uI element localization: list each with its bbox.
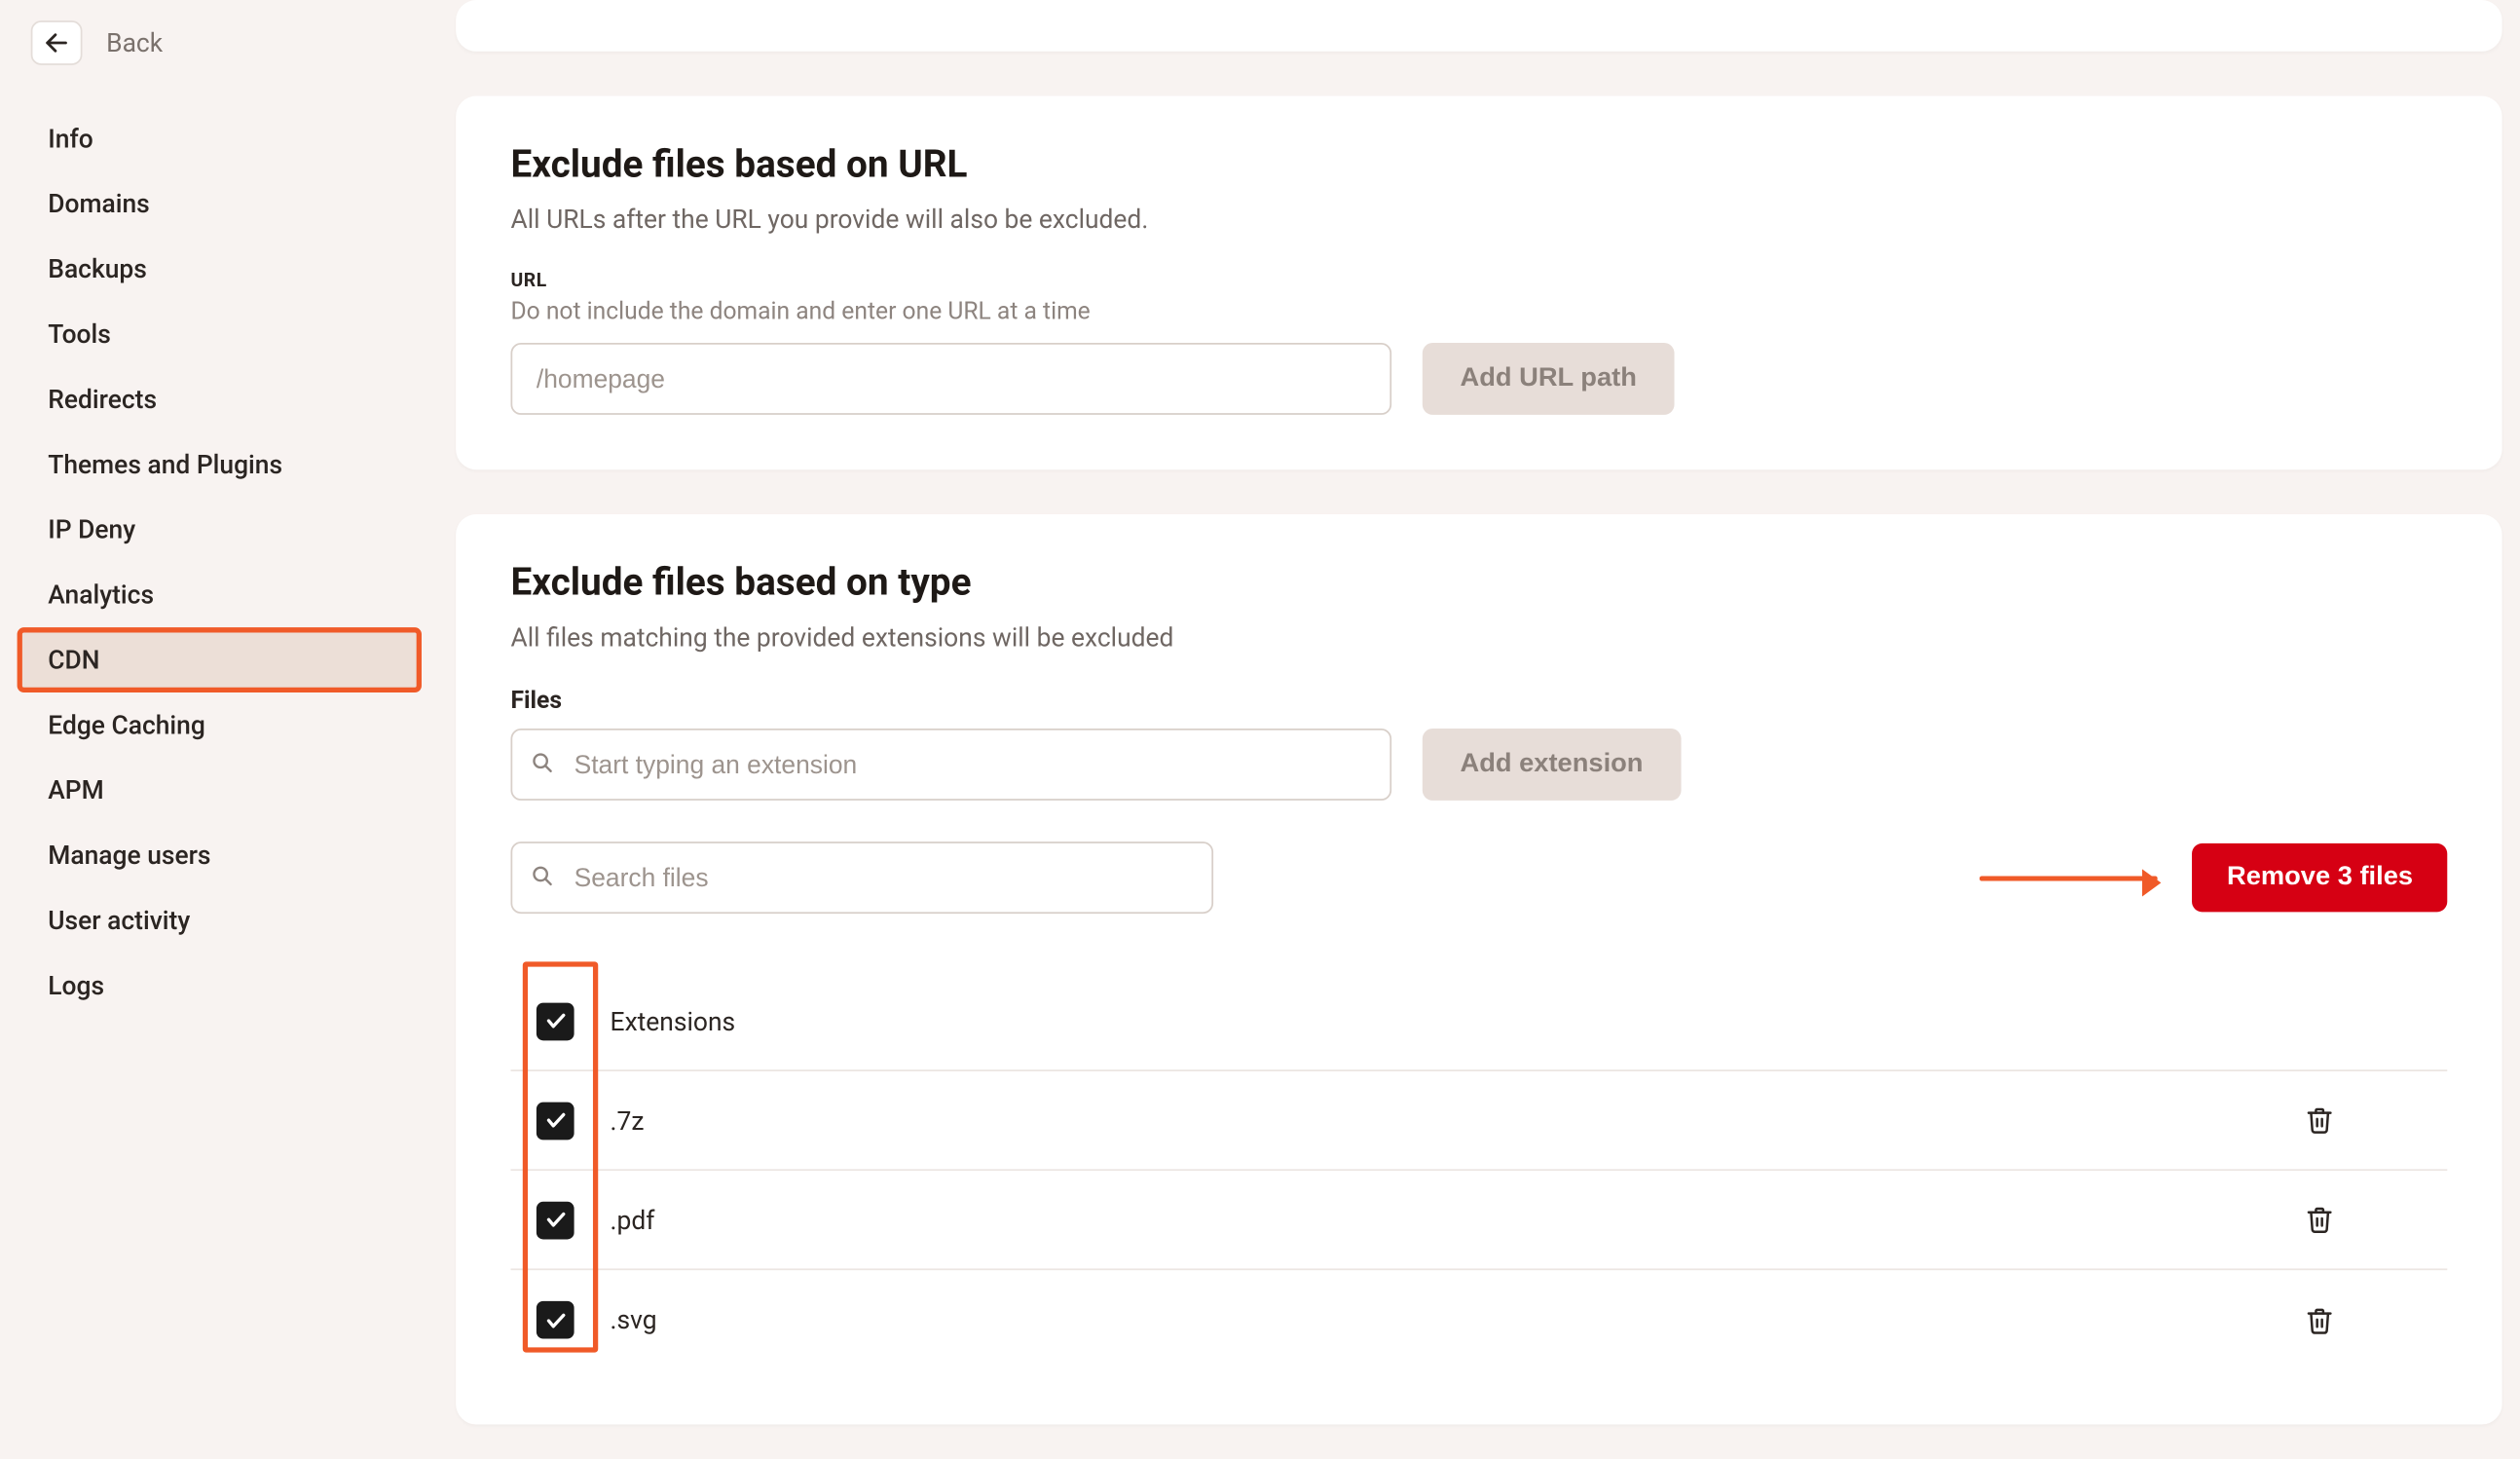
search-icon (532, 861, 554, 893)
arrow-icon (1981, 875, 2159, 879)
main-content: Exclude files based on URL All URLs afte… (439, 0, 2520, 1459)
delete-row-button[interactable] (2293, 1205, 2345, 1234)
sidebar-item-domains[interactable]: Domains (18, 171, 422, 237)
sidebar-item-info[interactable]: Info (18, 106, 422, 171)
annotation-arrow: Remove 3 files (1981, 843, 2448, 912)
url-field-label: URL (510, 269, 2447, 291)
trash-icon (2304, 1105, 2333, 1135)
back-row: Back (18, 18, 422, 107)
table-row: .pdf (510, 1171, 2447, 1270)
sidebar-item-analytics[interactable]: Analytics (18, 562, 422, 627)
sidebar-item-user-activity[interactable]: User activity (18, 888, 422, 954)
sidebar-item-manage-users[interactable]: Manage users (18, 823, 422, 888)
sidebar-item-backups[interactable]: Backups (18, 237, 422, 302)
row-checkbox[interactable] (537, 1102, 574, 1140)
card-subtitle: All URLs after the URL you provide will … (510, 204, 2447, 235)
sidebar: Back Info Domains Backups Tools Redirect… (0, 0, 439, 1459)
row-checkbox[interactable] (537, 1201, 574, 1239)
trash-icon (2304, 1305, 2333, 1334)
delete-row-button[interactable] (2293, 1105, 2345, 1135)
extensions-header-label: Extensions (611, 1005, 2448, 1036)
back-button[interactable] (31, 20, 83, 65)
url-field-helper: Do not include the domain and enter one … (510, 298, 2447, 325)
sidebar-item-themes-plugins[interactable]: Themes and Plugins (18, 432, 422, 498)
sidebar-item-edge-caching[interactable]: Edge Caching (18, 692, 422, 758)
sidebar-item-cdn[interactable]: CDN (18, 627, 422, 692)
back-label: Back (106, 27, 163, 58)
card-stub-top (456, 0, 2501, 52)
sidebar-item-logs[interactable]: Logs (18, 954, 422, 1019)
remove-files-button[interactable]: Remove 3 files (2193, 843, 2447, 912)
sidebar-item-redirects[interactable]: Redirects (18, 367, 422, 432)
extensions-table: Extensions .7z .pdf (510, 972, 2447, 1369)
card-subtitle: All files matching the provided extensio… (510, 622, 2447, 654)
select-all-checkbox[interactable] (537, 1002, 574, 1040)
url-input[interactable] (510, 343, 1391, 415)
files-field-label: Files (510, 688, 2447, 715)
delete-row-button[interactable] (2293, 1305, 2345, 1334)
extension-name: .svg (611, 1304, 2293, 1335)
table-row: .svg (510, 1270, 2447, 1369)
add-extension-button[interactable]: Add extension (1423, 729, 1681, 801)
table-row: .7z (510, 1071, 2447, 1171)
arrow-left-icon (43, 29, 70, 56)
trash-icon (2304, 1205, 2333, 1234)
extension-name: .pdf (611, 1204, 2293, 1235)
add-url-path-button[interactable]: Add URL path (1423, 343, 1675, 415)
extension-name: .7z (611, 1104, 2293, 1136)
card-title: Exclude files based on URL (510, 144, 2447, 187)
row-checkbox[interactable] (537, 1301, 574, 1339)
sidebar-item-ip-deny[interactable]: IP Deny (18, 497, 422, 562)
extension-input[interactable] (510, 729, 1391, 801)
search-icon (532, 748, 554, 780)
sidebar-item-apm[interactable]: APM (18, 758, 422, 823)
card-title: Exclude files based on type (510, 562, 2447, 605)
card-exclude-type: Exclude files based on type All files ma… (456, 514, 2501, 1425)
sidebar-item-tools[interactable]: Tools (18, 302, 422, 367)
table-header-row: Extensions (510, 972, 2447, 1071)
card-exclude-url: Exclude files based on URL All URLs afte… (456, 96, 2501, 470)
search-files-input[interactable] (510, 842, 1213, 914)
